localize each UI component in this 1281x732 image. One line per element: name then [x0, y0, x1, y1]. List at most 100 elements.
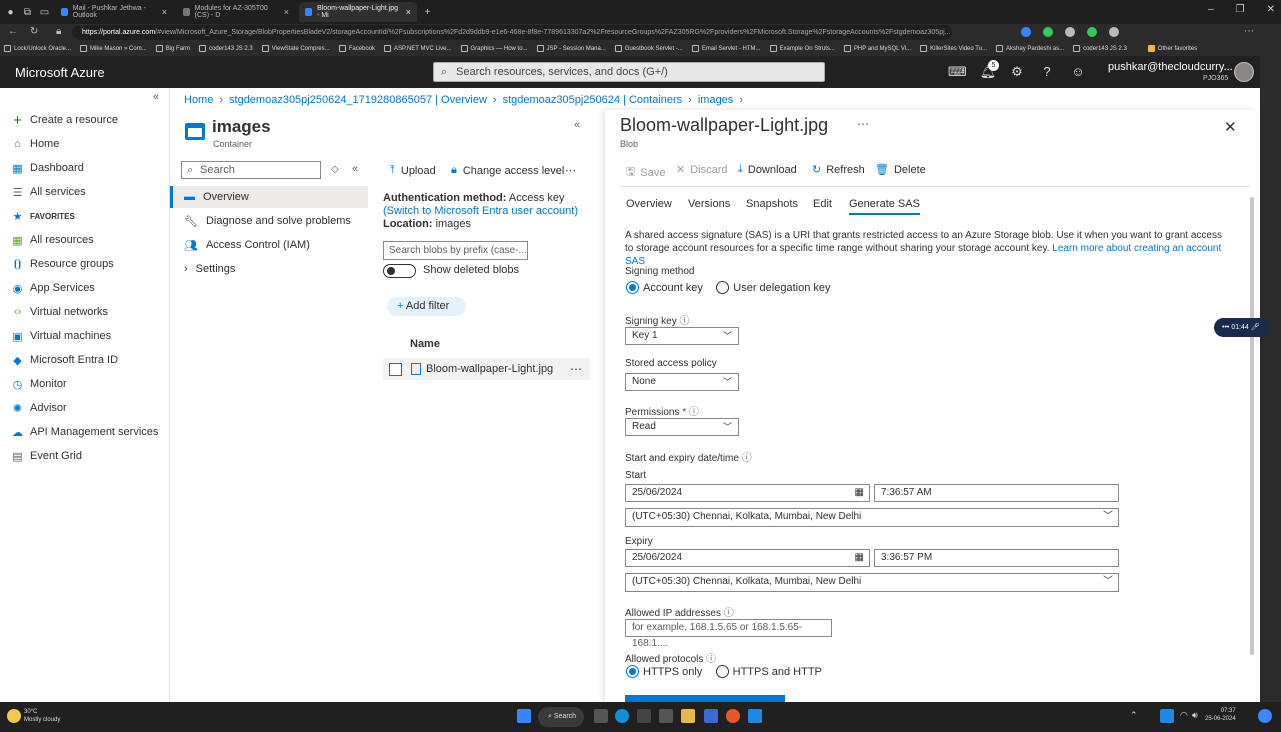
blade-more-icon[interactable]: ⋯ [857, 117, 869, 131]
maximize-icon[interactable]: ❐ [1236, 4, 1245, 15]
bookmark[interactable]: Facebook [338, 45, 375, 52]
bookmark[interactable]: ViewState Compres... [261, 45, 330, 52]
profile-icon[interactable]: ● [4, 6, 17, 19]
tray-chevron-icon[interactable]: ⌃ [1130, 710, 1138, 721]
settings-gear-icon[interactable]: ⚙ [1008, 63, 1026, 81]
refresh-button[interactable]: ↻ Refresh [812, 163, 865, 177]
close-tab-icon[interactable]: × [162, 7, 167, 17]
breadcrumb-containers[interactable]: stgdemoaz305pj250624 | Containers [503, 94, 683, 106]
refresh-icon[interactable]: ↻ [30, 26, 38, 37]
upload-button[interactable]: ⤒ Upload [390, 164, 436, 177]
expiry-time-input[interactable]: 3:36:57 PM [874, 549, 1119, 567]
info-icon[interactable]: ⓘ [724, 608, 734, 619]
menu-search-input[interactable]: ⌕ Search [181, 161, 321, 179]
extension-icon[interactable] [1021, 27, 1031, 37]
nav-all-services[interactable]: ☰ All services [11, 183, 86, 201]
more-icon[interactable]: ⋯ [1244, 26, 1254, 37]
collapse-blade-icon[interactable]: « [574, 119, 580, 131]
discard-button[interactable]: ✕ Discard [676, 163, 728, 177]
info-icon[interactable]: ⓘ [689, 407, 699, 418]
blade-scrollbar[interactable] [1250, 197, 1254, 655]
bookmark[interactable]: JSP - Session Mana... [536, 45, 606, 52]
taskbar-search[interactable]: ⌕ Search [538, 707, 584, 727]
recorder-app-icon[interactable] [726, 709, 740, 723]
url-field[interactable]: https://portal.azure.com/#view/Microsoft… [72, 25, 952, 40]
notifications-icon[interactable]: 🔔︎ 5 [979, 60, 999, 81]
nav-all-resources[interactable]: ▦ All resources [11, 231, 93, 249]
start-date-input[interactable]: 25/06/2024 ▦ [625, 484, 870, 502]
bookmark[interactable]: coder143 JS 2.3 [199, 45, 253, 52]
menu-access-control[interactable]: 👥︎ Access Control (IAM) [170, 234, 368, 256]
tab-actions-icon[interactable]: ▭ [38, 6, 51, 19]
nav-resource-groups[interactable]: ⦗⦘ Resource groups [11, 255, 114, 273]
mail-icon[interactable] [659, 709, 673, 723]
bookmark[interactable]: KillerSites Video Tu... [920, 45, 987, 52]
collapse-menu-icon[interactable]: « [153, 91, 159, 103]
other-favorites[interactable]: Other favorites [1147, 45, 1197, 52]
bookmark[interactable]: PHP and MySQL Vi... [843, 45, 911, 52]
bookmark[interactable]: Mike Mason » Com... [80, 45, 147, 52]
task-view-icon[interactable] [594, 709, 608, 723]
collapse-menu-icon[interactable]: « [352, 163, 358, 175]
breadcrumb-storage-overview[interactable]: stgdemoaz305pj250624_1719280865057 | Ove… [229, 94, 487, 106]
browser-tab[interactable]: Modules for AZ-305T00 (CS) - D × [177, 2, 295, 22]
wifi-icon[interactable]: ◠ [1180, 710, 1188, 721]
tab-generate-sas[interactable]: Generate SAS [849, 198, 920, 215]
nav-home[interactable]: ⌂ Home [11, 135, 59, 153]
bookmark[interactable]: Email Servlet - HTM... [691, 45, 761, 52]
feedback-icon[interactable]: ☺ [1069, 63, 1087, 81]
table-row[interactable]: Bloom-wallpaper-Light.jpg ⋯ [383, 358, 590, 380]
add-filter-button[interactable]: + Add filter [387, 297, 466, 316]
nav-advisor[interactable]: ✺ Advisor [11, 399, 67, 417]
extension-icon[interactable] [1065, 27, 1075, 37]
start-time-input[interactable]: 7:36:57 AM [874, 484, 1119, 502]
tab-overview[interactable]: Overview [626, 198, 672, 210]
extension-icon[interactable] [1087, 27, 1097, 37]
stored-policy-select[interactable]: None ﹀ [625, 373, 739, 391]
extension-icon[interactable] [1109, 27, 1119, 37]
close-tab-icon[interactable]: × [284, 7, 289, 17]
cloud-shell-icon[interactable]: ⌨ [948, 63, 967, 81]
close-tab-icon[interactable]: × [406, 7, 411, 17]
new-tab-icon[interactable]: + [421, 6, 434, 19]
breadcrumb-images[interactable]: images [698, 94, 733, 106]
global-search-input[interactable]: ⌕ Search resources, services, and docs (G… [433, 62, 825, 82]
more-actions-icon[interactable]: ⋯ [565, 164, 576, 177]
bookmark[interactable]: Lock/Unlock Oracle... [4, 45, 71, 52]
browser-tab[interactable]: Mail - Pushkar Jethwa - Outlook × [55, 2, 173, 22]
info-icon[interactable]: ⓘ [742, 453, 752, 464]
row-checkbox[interactable] [389, 362, 402, 376]
tab-snapshots[interactable]: Snapshots [746, 198, 798, 210]
menu-settings[interactable]: › Settings [170, 258, 368, 280]
close-icon[interactable]: ✕ [1224, 118, 1237, 136]
tray-app-icon[interactable] [1160, 709, 1174, 723]
nav-create-resource[interactable]: + Create a resource [11, 111, 118, 129]
start-timezone-select[interactable]: (UTC+05:30) Chennai, Kolkata, Mumbai, Ne… [625, 508, 1119, 527]
blob-search-input[interactable]: Search blobs by prefix (case-... [383, 241, 528, 260]
volume-icon[interactable]: 🔊︎ [1192, 710, 1198, 721]
copilot-icon[interactable] [1258, 709, 1272, 723]
tab-versions[interactable]: Versions [688, 198, 730, 210]
signing-key-select[interactable]: Key 1 ﹀ [625, 327, 739, 345]
nav-virtual-networks[interactable]: ‹› Virtual networks [11, 303, 108, 321]
nav-app-services[interactable]: ◉ App Services [11, 279, 95, 297]
download-button[interactable]: ⤓ Download [738, 163, 797, 176]
delete-button[interactable]: 🗑︎ Delete [875, 163, 926, 177]
bookmark[interactable]: coder143 JS 2.3 [1073, 45, 1127, 52]
radio-https-and-http[interactable] [715, 665, 729, 679]
terminal-icon[interactable] [637, 709, 651, 723]
tab-edit[interactable]: Edit [813, 198, 832, 210]
permissions-select[interactable]: Read ﹀ [625, 418, 739, 436]
change-access-button[interactable]: 🔒︎ Change access level [451, 164, 564, 177]
user-name[interactable]: pushkar@thecloudcurry... [1108, 61, 1233, 73]
nav-entra-id[interactable]: ◆ Microsoft Entra ID [11, 351, 118, 369]
bookmark[interactable]: Graphics — How to... [460, 45, 528, 52]
expiry-timezone-select[interactable]: (UTC+05:30) Chennai, Kolkata, Mumbai, Ne… [625, 573, 1119, 592]
info-icon[interactable]: ⓘ [679, 316, 689, 327]
column-header-name[interactable]: Name [410, 338, 440, 350]
expiry-date-input[interactable]: 25/06/2024 ▦ [625, 549, 870, 567]
close-window-icon[interactable]: ✕ [1267, 4, 1275, 15]
save-button[interactable]: 🖫︎ Save [626, 163, 665, 182]
switch-auth-link[interactable]: (Switch to Microsoft Entra user account) [383, 205, 578, 217]
teams-icon[interactable] [704, 709, 718, 723]
